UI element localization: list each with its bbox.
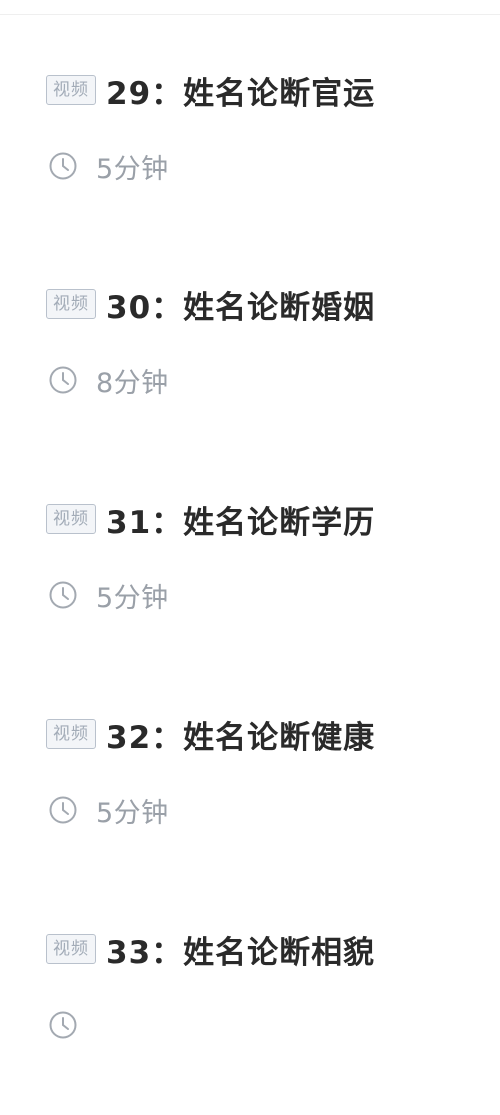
video-badge: 视频 (46, 934, 96, 964)
video-badge: 视频 (46, 289, 96, 319)
lesson-title[interactable]: 33：姓名论断相貌 (106, 927, 375, 972)
lesson-item[interactable]: 视频 31：姓名论断学历 5分钟 (0, 485, 500, 685)
lesson-title[interactable]: 30：姓名论断婚姻 (106, 282, 375, 327)
lesson-item[interactable]: 视频 33：姓名论断相貌 (0, 915, 500, 1115)
lesson-duration: 8分钟 (96, 367, 169, 399)
lesson-duration: 5分钟 (96, 797, 169, 829)
lesson-title-row: 视频 31：姓名论断学历 (46, 495, 375, 543)
clock-icon (49, 796, 77, 824)
lesson-meta: 5分钟 (48, 577, 169, 614)
video-badge: 视频 (46, 504, 96, 534)
lesson-title[interactable]: 31：姓名论断学历 (106, 497, 375, 542)
lesson-meta: 8分钟 (48, 362, 169, 399)
lesson-meta: 5分钟 (48, 792, 169, 829)
clock-icon (49, 581, 77, 609)
lesson-meta: 5分钟 (48, 148, 169, 185)
lesson-title[interactable]: 29：姓名论断官运 (106, 68, 375, 113)
lesson-title[interactable]: 32：姓名论断健康 (106, 712, 375, 757)
lesson-title-row: 视频 33：姓名论断相貌 (46, 925, 375, 973)
lesson-meta (48, 1007, 96, 1043)
video-badge: 视频 (46, 75, 96, 105)
lesson-duration: 5分钟 (96, 582, 169, 614)
lesson-title-row: 视频 29：姓名论断官运 (46, 66, 375, 114)
video-badge: 视频 (46, 719, 96, 749)
lesson-item[interactable]: 视频 29：姓名论断官运 5分钟 (0, 56, 500, 256)
lesson-title-row: 视频 32：姓名论断健康 (46, 710, 375, 758)
lesson-item[interactable]: 视频 30：姓名论断婚姻 8分钟 (0, 270, 500, 470)
lesson-list: 视频 29：姓名论断官运 5分钟 视频 30：姓名论断婚姻 8分钟 视频 31： (0, 0, 500, 1039)
clock-icon (49, 366, 77, 394)
clock-icon (49, 1011, 77, 1039)
lesson-title-row: 视频 30：姓名论断婚姻 (46, 280, 375, 328)
lesson-duration: 5分钟 (96, 153, 169, 185)
lesson-item[interactable]: 视频 32：姓名论断健康 5分钟 (0, 700, 500, 900)
clock-icon (49, 152, 77, 180)
